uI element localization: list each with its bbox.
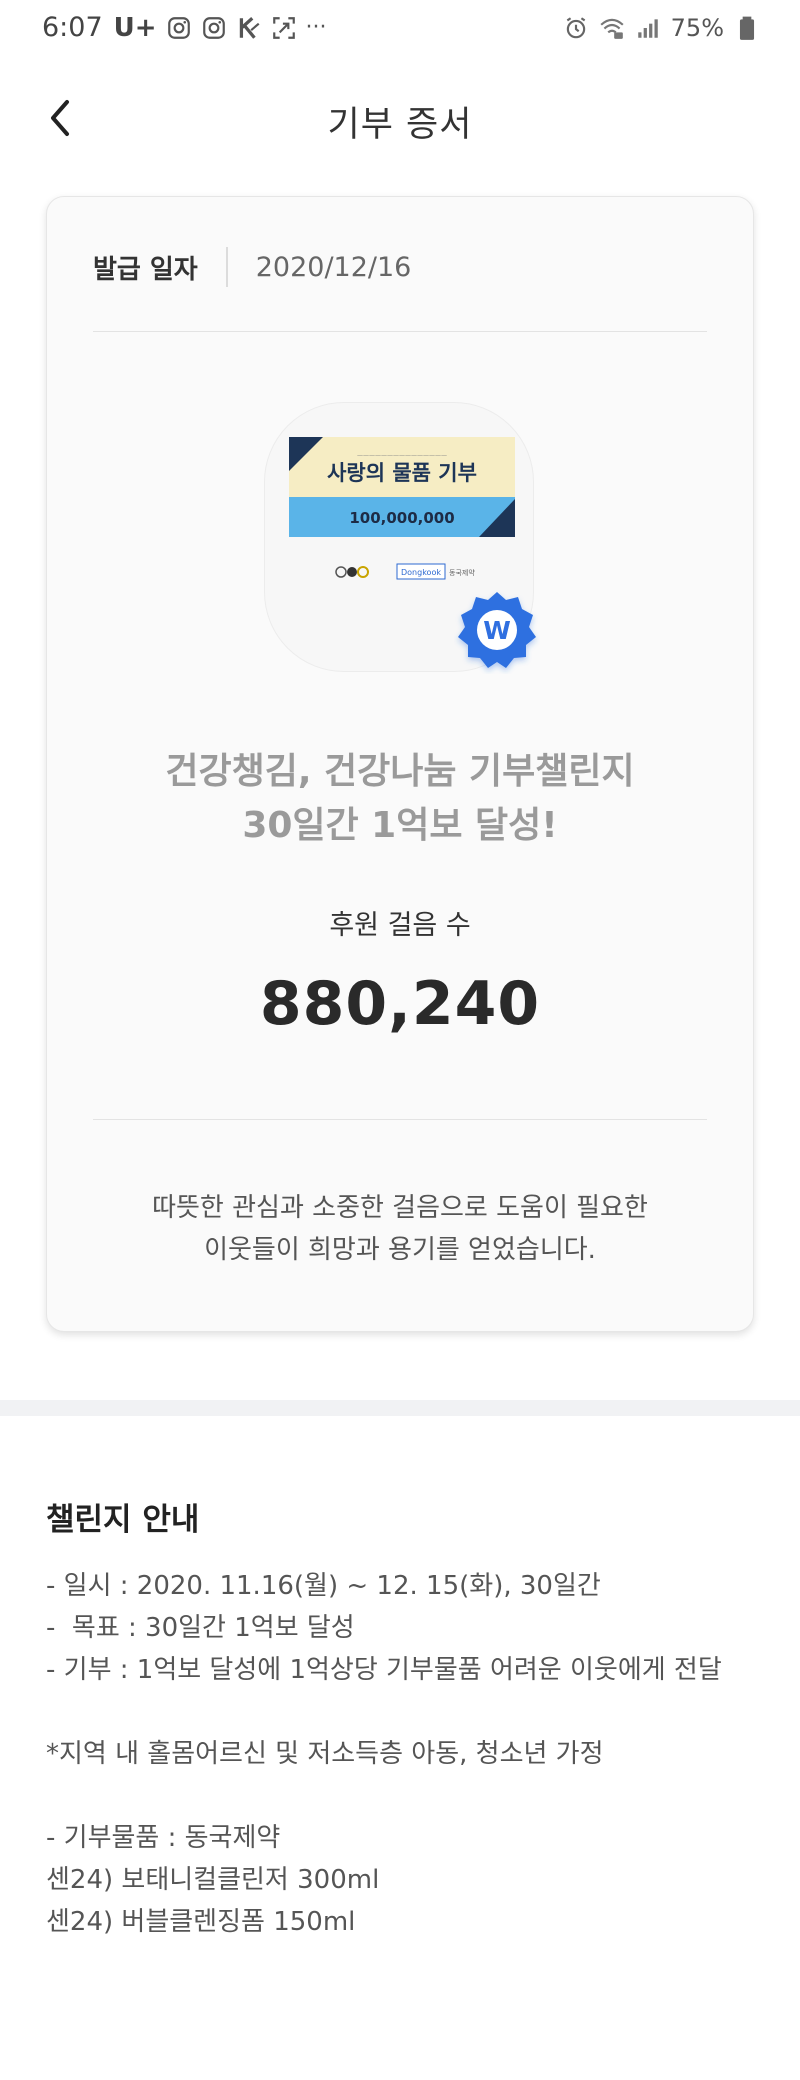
status-time: 6:07 [42, 12, 103, 43]
status-bar: 6:07 U+ ··· 75% [0, 0, 800, 62]
steps-label: 후원 걸음 수 [329, 910, 471, 941]
certificate-card: 발급 일자 2020/12/16 ——————————————— 사랑의 물품 … [46, 196, 754, 1332]
status-bar-left: 6:07 U+ ··· [42, 12, 327, 43]
battery-percent: 75% [670, 14, 724, 42]
thanks-line2: 이웃들이 희망과 용기를 얻었습니다. [204, 1235, 596, 1265]
banner-title: 사랑의 물품 기부 [327, 461, 477, 485]
info-line: - 일시 : 2020. 11.16(월) ~ 12. 15(화), 30일간 [46, 1571, 601, 1601]
carrier-label: U+ [113, 12, 157, 43]
screen-capture-icon [271, 15, 297, 41]
signal-icon [635, 15, 661, 41]
svg-text:———————————————: ——————————————— [357, 452, 447, 459]
sponsor-name: Dongkook [401, 568, 441, 577]
challenge-title-line1: 건강챙김, 건강나눔 기부챌린지 [165, 751, 635, 792]
battery-icon [734, 15, 760, 41]
instagram-icon [166, 15, 192, 41]
donation-banner-image: ——————————————— 사랑의 물품 기부 100,000,000 [289, 437, 515, 537]
donation-badge: ——————————————— 사랑의 물품 기부 100,000,000 Do… [264, 402, 536, 672]
issue-date-value: 2020/12/16 [255, 251, 412, 283]
w-badge-icon: W [458, 592, 536, 668]
info-line: - 목표 : 30일간 1억보 달성 [46, 1613, 355, 1643]
steps-value: 880,240 [259, 969, 541, 1039]
info-line: - 기부 : 1억보 달성에 1억상당 기부물품 어려운 이웃에게 전달 [46, 1655, 722, 1685]
alarm-icon [563, 15, 589, 41]
info-line: 센24) 버블클렌징폼 150ml [46, 1907, 356, 1937]
challenge-info-title: 챌린지 안내 [46, 1502, 200, 1538]
thanks-line1: 따뜻한 관심과 소중한 걸음으로 도움이 필요한 [152, 1193, 648, 1223]
overflow-indicator: ··· [305, 15, 327, 40]
issue-date-row: 발급 일자 2020/12/16 [93, 245, 411, 289]
info-line: - 기부물품 : 동국제약 [46, 1823, 281, 1853]
sponsor-logos: Dongkook 동국제약 [335, 563, 475, 580]
challenge-title-line2: 30일간 1억보 달성! [242, 805, 558, 846]
svg-text:동국제약: 동국제약 [449, 568, 475, 577]
card-divider [93, 331, 707, 332]
challenge-info-section: 챌린지 안내 - 일시 : 2020. 11.16(월) ~ 12. 15(화)… [46, 1494, 766, 1943]
info-line: *지역 내 홀몸어르신 및 저소득층 아동, 청소년 가정 [46, 1739, 604, 1769]
k-app-icon [236, 15, 262, 41]
app-header: 기부 증서 [0, 62, 800, 174]
issue-divider [225, 247, 228, 287]
banner-amount: 100,000,000 [349, 509, 454, 527]
instagram-icon [201, 15, 227, 41]
issue-date-label: 발급 일자 [93, 254, 198, 285]
section-separator [0, 1400, 800, 1416]
status-bar-right: 75% [563, 14, 760, 42]
page-title: 기부 증서 [327, 105, 473, 145]
card-divider [93, 1119, 707, 1120]
wifi-icon [599, 15, 625, 41]
info-line: 센24) 보태니컬클린저 300ml [46, 1865, 380, 1895]
thanks-message: 따뜻한 관심과 소중한 걸음으로 도움이 필요한 이웃들이 희망과 용기를 얻었… [47, 1187, 753, 1271]
w-mark: W [483, 616, 511, 645]
challenge-title: 건강챙김, 건강나눔 기부챌린지 30일간 1억보 달성! [47, 745, 753, 853]
